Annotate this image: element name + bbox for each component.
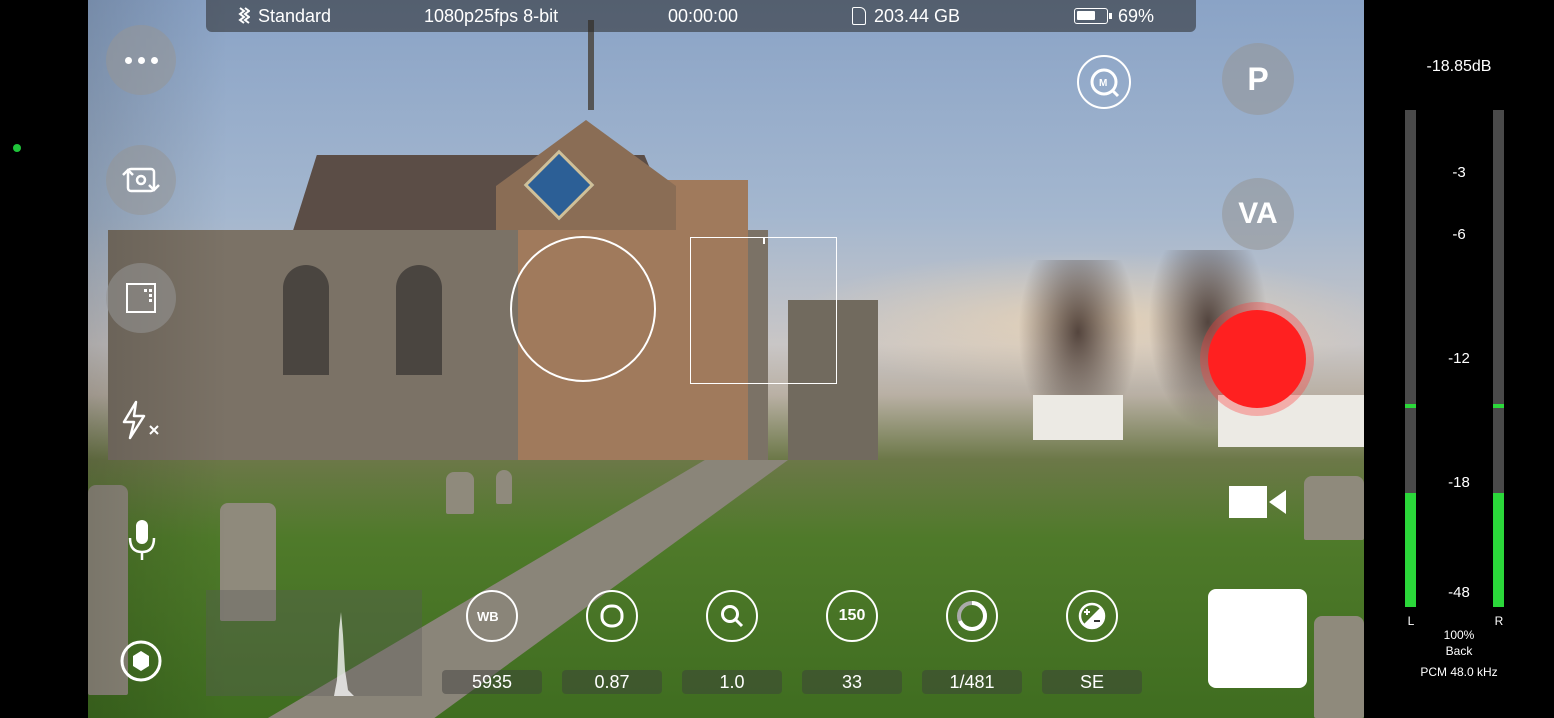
audio-level-db: -18.85dB <box>1426 58 1492 75</box>
left-channel-label: L <box>1407 614 1415 628</box>
audio-codec: PCM 48.0 kHz <box>1420 665 1498 679</box>
iso-control[interactable]: 150 33 <box>802 590 902 694</box>
va-button[interactable]: VA <box>1222 178 1294 250</box>
battery-label: 69% <box>1118 6 1155 26</box>
frame-guide-icon <box>126 283 156 313</box>
audio-gain: 100% <box>1443 628 1475 642</box>
battery-fill <box>1077 11 1095 20</box>
microphone-icon <box>128 520 156 560</box>
storage-info: 203.44 GB <box>852 6 960 27</box>
white-balance-icon: WB <box>466 590 518 642</box>
church-window <box>396 265 442 375</box>
svg-text:M: M <box>1099 78 1107 89</box>
white-balance-control[interactable]: WB 5935 <box>442 590 542 694</box>
metering-button[interactable]: M <box>1076 54 1132 115</box>
shutter-control[interactable]: 1/481 <box>922 590 1022 694</box>
church-tower <box>496 120 676 230</box>
meter-scale-label: -12 <box>1448 350 1470 367</box>
gravestone <box>496 470 512 504</box>
record-button-core <box>1208 310 1306 408</box>
battery-icon <box>1074 8 1112 24</box>
zoom-icon <box>706 590 758 642</box>
gravestone <box>446 472 474 514</box>
camera-profile[interactable]: Standard <box>236 6 331 27</box>
video-mode-button[interactable] <box>1228 482 1288 527</box>
exposure-compensation-icon <box>1066 590 1118 642</box>
exposure-reticle[interactable] <box>690 237 837 384</box>
profile-label: Standard <box>258 6 332 26</box>
church-spire <box>588 20 594 110</box>
mic-position: Back <box>1445 644 1473 658</box>
program-mode-button[interactable]: P <box>1222 43 1294 115</box>
shutter-value: 1/481 <box>922 670 1022 694</box>
format-label[interactable]: 1080p25fps 8-bit <box>424 6 558 27</box>
timecode: 00:00:00 <box>668 6 739 26</box>
va-label: VA <box>1238 197 1278 230</box>
battery-info: 69% <box>1074 6 1154 27</box>
right-channel-label: R <box>1494 614 1504 628</box>
meter-scale-label: -3 <box>1452 164 1466 181</box>
focus-reticle[interactable] <box>510 236 656 382</box>
switch-camera-icon <box>122 167 160 193</box>
gravestone <box>1314 616 1364 718</box>
settings-icon <box>120 640 162 682</box>
iso-value: 33 <box>802 670 902 694</box>
zoom-value: 1.0 <box>682 670 782 694</box>
audio-meter-panel: -18.85dB -3 -6 -12 -18 -48 L R 100% Back… <box>1364 0 1554 718</box>
right-meter-peak <box>1493 404 1504 409</box>
last-clip-thumbnail[interactable] <box>1208 589 1307 688</box>
meter-scale-label: -18 <box>1448 474 1470 491</box>
flash-button[interactable] <box>118 400 164 445</box>
metering-icon: M <box>1077 55 1131 109</box>
left-meter-peak <box>1405 404 1416 409</box>
tint-value: 0.87 <box>562 670 662 694</box>
record-button[interactable] <box>1200 302 1314 416</box>
church-window <box>283 265 329 375</box>
histogram <box>206 590 422 696</box>
gravestone <box>1304 476 1364 540</box>
house <box>1033 395 1123 440</box>
sd-card-icon <box>852 7 866 25</box>
iso-icon: 150 <box>826 590 878 642</box>
microphone-button[interactable] <box>126 518 158 567</box>
exposure-compensation-control[interactable]: SE <box>1042 590 1142 694</box>
storage-label: 203.44 GB <box>874 6 961 26</box>
status-bar: Standard 1080p25fps 8-bit 00:00:00 203.4… <box>206 0 1196 32</box>
flash-off-icon <box>122 400 159 440</box>
program-mode-label: P <box>1247 60 1269 97</box>
white-balance-value: 5935 <box>442 670 542 694</box>
tint-control[interactable]: 0.87 <box>562 590 662 694</box>
tint-icon <box>586 590 638 642</box>
recording-indicator-dot <box>13 144 21 152</box>
shutter-icon <box>946 590 998 642</box>
zoom-control[interactable]: 1.0 <box>682 590 782 694</box>
video-camera-icon <box>1229 486 1286 518</box>
meter-scale-label: -6 <box>1452 226 1466 243</box>
wb-icon-text: WB <box>477 609 499 624</box>
more-button[interactable] <box>106 25 176 95</box>
meter-scale-label: -48 <box>1448 584 1470 601</box>
more-icon <box>124 56 158 64</box>
switch-camera-button[interactable] <box>106 145 176 215</box>
profile-icon <box>238 7 250 24</box>
exposure-compensation-value: SE <box>1042 670 1142 694</box>
settings-button[interactable] <box>118 638 164 689</box>
frame-guide-button[interactable] <box>106 263 176 333</box>
